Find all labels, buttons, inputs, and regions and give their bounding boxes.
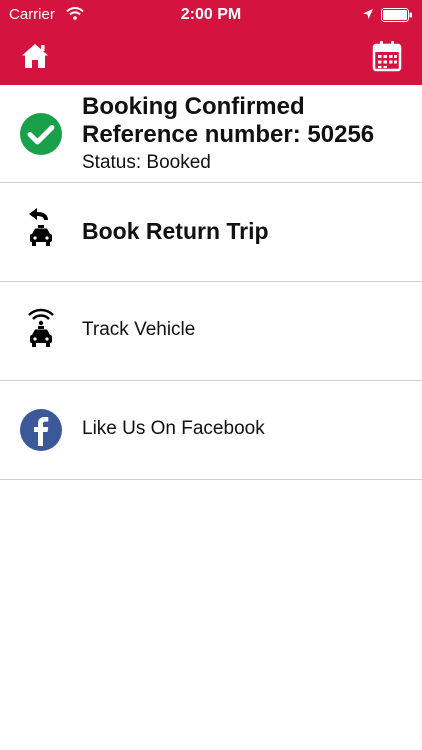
book-return-trip-label: Book Return Trip	[82, 218, 269, 244]
action-list: Booking Confirmed Reference number: 5025…	[0, 85, 422, 480]
facebook-label: Like Us On Facebook	[82, 418, 265, 439]
check-circle-icon	[18, 111, 64, 157]
app-header: Carrier 2:00 PM	[0, 0, 422, 85]
booking-reference: Reference number: 50256	[82, 121, 375, 148]
book-return-trip-item[interactable]: Book Return Trip	[0, 183, 422, 282]
track-vehicle-item[interactable]: Track Vehicle	[0, 282, 422, 381]
facebook-item[interactable]: Like Us On Facebook	[0, 381, 422, 480]
battery-icon	[381, 8, 413, 26]
track-vehicle-label: Track Vehicle	[82, 319, 196, 340]
clock: 2:00 PM	[180, 6, 242, 23]
track-taxi-icon	[18, 306, 64, 352]
location-arrow-icon	[362, 7, 374, 24]
booking-confirmation: Booking Confirmed Reference number: 5025…	[0, 85, 422, 183]
calendar-icon[interactable]	[372, 40, 402, 72]
booking-status: Status: Booked	[82, 152, 211, 173]
status-bar: Carrier 2:00 PM	[0, 0, 422, 30]
facebook-icon	[18, 407, 64, 453]
return-taxi-icon	[18, 207, 64, 253]
booking-title: Booking Confirmed	[82, 93, 305, 120]
home-icon[interactable]	[20, 42, 50, 70]
